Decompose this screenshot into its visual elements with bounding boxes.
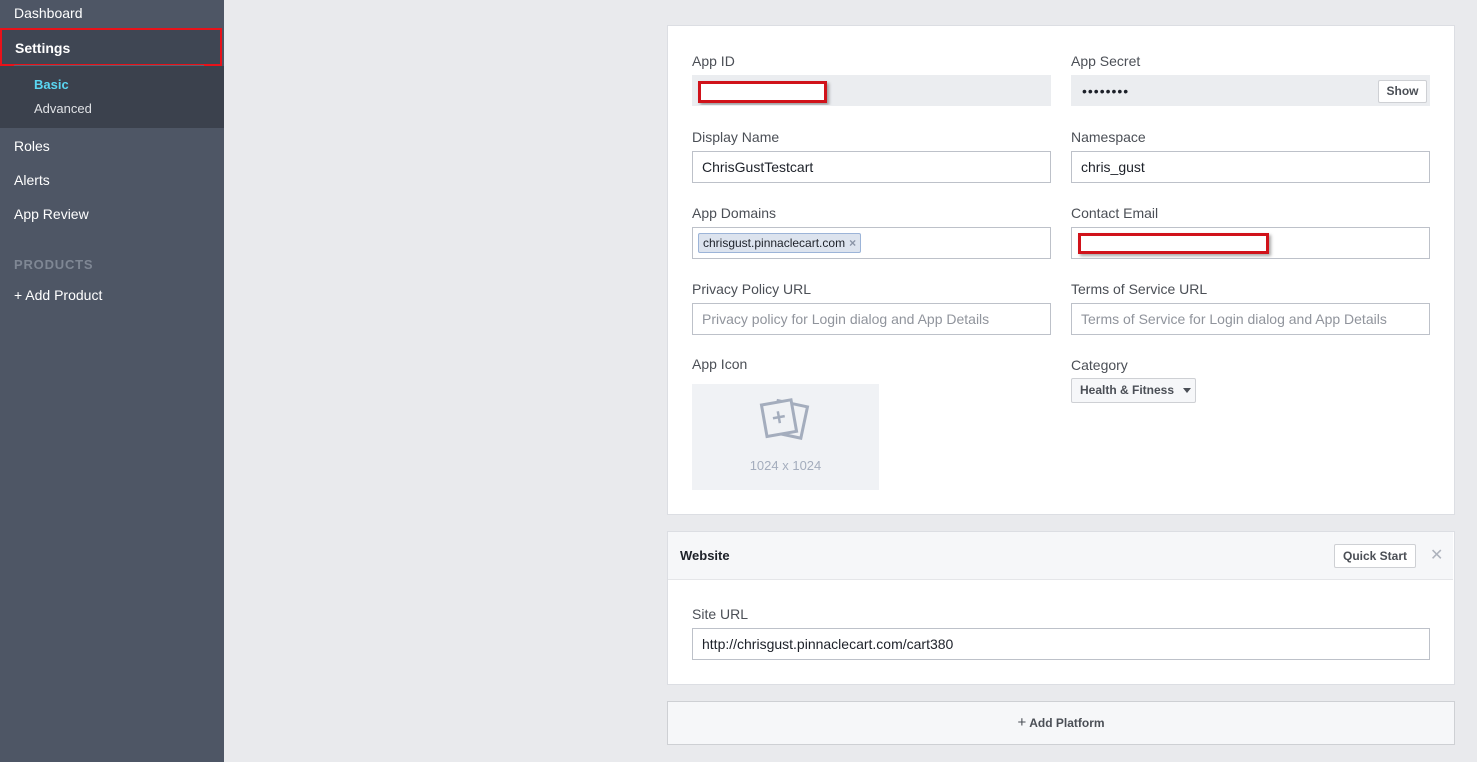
domain-token: chrisgust.pinnaclecart.com × bbox=[698, 233, 862, 253]
add-platform-label: Add Platform bbox=[1029, 716, 1105, 730]
close-icon[interactable]: ✕ bbox=[1430, 545, 1443, 565]
app-domains-label: App Domains bbox=[692, 205, 777, 221]
sidebar: Dashboard Settings Basic Advanced Roles … bbox=[0, 0, 224, 762]
category-value: Health & Fitness bbox=[1080, 383, 1175, 397]
contact-email-label: Contact Email bbox=[1071, 205, 1159, 221]
website-card: Website Quick Start ✕ Site URL http://ch… bbox=[667, 531, 1455, 685]
sidebar-item-app-review[interactable]: App Review bbox=[14, 206, 89, 222]
category-label: Category bbox=[1071, 357, 1128, 373]
namespace-input[interactable]: chris_gust bbox=[1071, 151, 1430, 183]
sidebar-item-dashboard[interactable]: Dashboard bbox=[14, 5, 83, 21]
site-url-label: Site URL bbox=[692, 606, 749, 622]
privacy-policy-url-input[interactable]: Privacy policy for Login dialog and App … bbox=[692, 303, 1051, 335]
website-header: Website Quick Start ✕ bbox=[668, 532, 1453, 580]
sidebar-subitem-advanced[interactable]: Advanced bbox=[34, 101, 92, 116]
chevron-down-icon bbox=[1183, 388, 1192, 394]
app-id-label: App ID bbox=[692, 53, 735, 69]
namespace-label: Namespace bbox=[1071, 129, 1146, 145]
category-dropdown[interactable]: Health & Fitness bbox=[1071, 378, 1196, 403]
website-title: Website bbox=[680, 548, 730, 563]
app-icon-size-hint: 1024 x 1024 bbox=[749, 458, 822, 473]
contact-email-input[interactable] bbox=[1071, 227, 1430, 259]
redaction-box bbox=[698, 81, 827, 103]
settings-submenu: Basic Advanced bbox=[0, 66, 224, 128]
app-secret-field: •••••••• Show bbox=[1071, 75, 1430, 106]
display-name-input[interactable]: ChrisGustTestcart bbox=[692, 151, 1051, 183]
sidebar-item-settings[interactable]: Settings bbox=[0, 28, 222, 66]
quick-start-button[interactable]: Quick Start bbox=[1334, 544, 1416, 568]
terms-of-service-url-input[interactable]: Terms of Service for Login dialog and Ap… bbox=[1071, 303, 1430, 335]
app-id-field bbox=[692, 75, 1051, 106]
sidebar-subitem-basic[interactable]: Basic bbox=[34, 77, 69, 92]
sidebar-item-settings-label: Settings bbox=[15, 40, 71, 56]
redaction-box bbox=[1078, 233, 1269, 254]
display-name-label: Display Name bbox=[692, 129, 780, 145]
sidebar-item-roles[interactable]: Roles bbox=[14, 138, 50, 154]
app-icon-label: App Icon bbox=[692, 356, 748, 372]
basic-settings-card: App ID App Secret •••••••• Show Display … bbox=[667, 25, 1455, 515]
add-platform-button[interactable]: + Add Platform bbox=[667, 701, 1455, 745]
site-url-input[interactable]: http://chrisgust.pinnaclecart.com/cart38… bbox=[692, 628, 1430, 660]
products-heading: PRODUCTS bbox=[14, 257, 94, 272]
app-secret-label: App Secret bbox=[1071, 53, 1141, 69]
app-icon-upload[interactable]: 1024 x 1024 bbox=[692, 384, 879, 490]
domain-token-label: chrisgust.pinnaclecart.com bbox=[703, 236, 846, 250]
add-product-link[interactable]: + Add Product bbox=[14, 287, 102, 303]
show-secret-button[interactable]: Show bbox=[1378, 80, 1427, 103]
terms-of-service-url-label: Terms of Service URL bbox=[1071, 281, 1208, 297]
app-secret-value: •••••••• bbox=[1082, 83, 1130, 99]
privacy-policy-url-label: Privacy Policy URL bbox=[692, 281, 812, 297]
plus-icon: + bbox=[1017, 714, 1027, 731]
sidebar-item-alerts[interactable]: Alerts bbox=[14, 172, 50, 188]
remove-token-icon[interactable]: × bbox=[849, 236, 856, 250]
app-domains-input[interactable]: chrisgust.pinnaclecart.com × bbox=[692, 227, 1051, 259]
photo-add-icon bbox=[759, 398, 810, 440]
